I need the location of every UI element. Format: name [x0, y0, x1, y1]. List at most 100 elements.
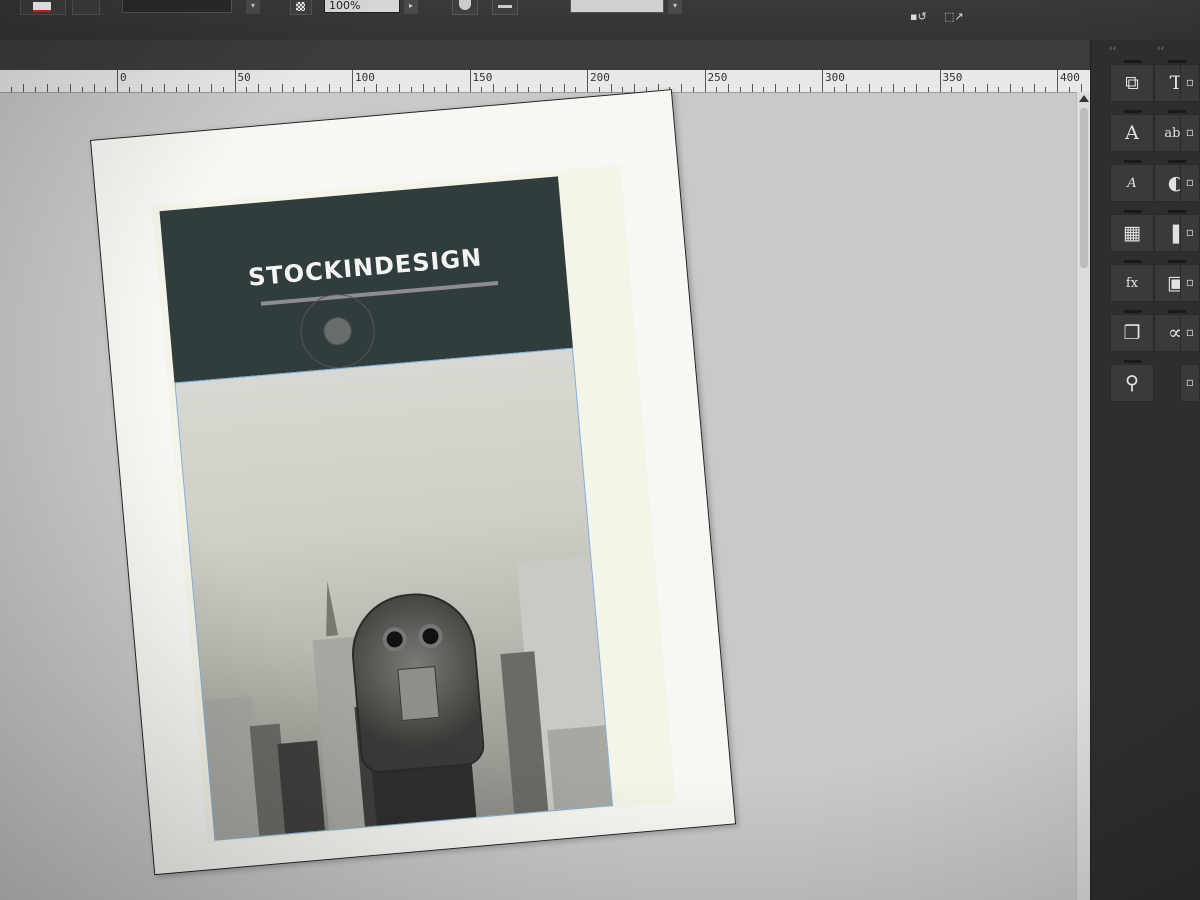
ruler-tick: [892, 84, 894, 92]
ruler-tick: [939, 70, 941, 92]
ruler-tick: [410, 87, 412, 92]
ruler-tick: [316, 87, 318, 92]
ruler-tick: [798, 84, 800, 92]
ruler-tick: [563, 84, 565, 92]
collapsed-panel-icon[interactable]: ▫: [1180, 314, 1200, 352]
viewer-plate: [397, 665, 440, 722]
collapsed-panel-icon[interactable]: ▫: [1180, 264, 1200, 302]
effects-icon[interactable]: fx: [1110, 260, 1154, 302]
links-icon[interactable]: ⚲: [1110, 360, 1154, 402]
collapsed-panel-icon[interactable]: ▫: [1180, 114, 1200, 152]
ruler-tick: [1068, 87, 1070, 92]
control-bar: ▾ 100% ▸ ▾ ▪↺ ⬚↗: [0, 0, 1200, 40]
align-icon[interactable]: [492, 0, 518, 15]
viewer-eye: [417, 623, 444, 650]
ruler-tick: [551, 87, 553, 92]
ruler-tick: [622, 87, 624, 92]
ruler-tick: [880, 87, 882, 92]
ruler-tick: [363, 87, 365, 92]
chevron-down-icon[interactable]: ▾: [668, 0, 682, 14]
ruler-label: 350: [942, 71, 963, 84]
zoom-arrow-icon[interactable]: ▸: [404, 0, 418, 14]
stroke-weight-field[interactable]: [570, 0, 664, 13]
collapsed-panel-icon[interactable]: ▫: [1180, 164, 1200, 202]
ruler-tick: [1045, 87, 1047, 92]
character-styles-icon[interactable]: A: [1110, 110, 1154, 152]
ruler-label: 300: [825, 71, 845, 84]
character-styles-icon-glyph: A: [1125, 122, 1139, 144]
ruler-tick: [446, 84, 447, 92]
table-icon-glyph: ▦: [1123, 222, 1141, 244]
ruler-tick: [739, 87, 741, 92]
table-icon[interactable]: ▦: [1110, 210, 1154, 252]
ruler-tick: [93, 84, 95, 92]
ruler-tick: [598, 87, 600, 92]
ruler-tick: [857, 87, 859, 92]
ruler-tick: [293, 87, 295, 92]
frame-fitting-icon[interactable]: ⬚↗: [944, 10, 964, 23]
horizontal-ruler: 0 50 100 150 200 250 300 350 400: [0, 70, 1090, 93]
collapsed-panel-icon[interactable]: ▫: [1180, 64, 1200, 102]
no-fill-swatch-icon[interactable]: [20, 0, 66, 15]
pages-icon[interactable]: ❐: [1110, 310, 1154, 352]
ruler-tick: [269, 87, 271, 92]
document-page[interactable]: STOCKINDESIGN: [90, 89, 737, 876]
chevron-down-icon[interactable]: ▾: [246, 0, 260, 14]
ruler-tick: [340, 87, 342, 92]
ruler-tick: [11, 87, 13, 92]
effects-icon[interactable]: [452, 0, 478, 15]
ruler-tick: [23, 84, 24, 92]
ruler-tick: [716, 87, 718, 92]
collapsed-panel-icon[interactable]: ▫: [1180, 214, 1200, 252]
ruler-tick: [481, 87, 483, 92]
frame-icon[interactable]: ⧉: [1110, 60, 1154, 102]
glyph-icon-glyph: 𝐴: [1127, 175, 1137, 191]
glyph-icon[interactable]: 𝐴: [1110, 160, 1154, 202]
ruler-tick: [540, 84, 541, 92]
vertical-scrollbar[interactable]: [1076, 92, 1091, 900]
ruler-tick: [587, 70, 588, 92]
ruler-tick: [610, 84, 612, 92]
brand-title[interactable]: STOCKINDESIGN: [165, 236, 566, 299]
ruler-tick: [986, 84, 988, 92]
effects-icon-glyph: fx: [1125, 275, 1139, 291]
transparency-icon[interactable]: [290, 0, 312, 15]
ruler-tick: [434, 87, 436, 92]
ruler-tick: [1033, 84, 1035, 92]
ruler-tick: [70, 84, 71, 92]
zoom-field[interactable]: 100%: [324, 0, 400, 13]
wrap-icon[interactable]: ▪↺: [910, 10, 927, 23]
ruler-tick: [281, 84, 283, 92]
pages-icon-glyph: ❐: [1123, 322, 1141, 344]
ruler-label: 200: [590, 71, 610, 84]
ruler-tick: [681, 84, 682, 92]
collapse-icon[interactable]: ‹‹: [1109, 44, 1116, 54]
spire-shape: [321, 580, 339, 637]
ruler-tick: [352, 70, 353, 92]
image-frame[interactable]: [174, 347, 614, 841]
ruler-tick: [328, 84, 330, 92]
collapse-icon[interactable]: ‹‹: [1157, 44, 1164, 54]
links-icon-glyph: ⚲: [1125, 372, 1139, 394]
collapsed-panel-icon[interactable]: ▫: [1180, 364, 1200, 402]
scroll-up-icon[interactable]: [1079, 95, 1089, 102]
ruler-tick: [199, 87, 201, 92]
ruler-tick: [516, 84, 518, 92]
scrollbar-thumb[interactable]: [1080, 108, 1088, 268]
ruler-tick: [504, 87, 506, 92]
stroke-swatch-icon[interactable]: [72, 0, 100, 15]
ruler-tick: [916, 84, 917, 92]
ruler-tick: [904, 87, 906, 92]
ruler-tick: [175, 87, 177, 92]
ruler-tick: [963, 84, 964, 92]
ruler-tick: [1057, 70, 1058, 92]
ruler-tick: [422, 84, 424, 92]
ruler-tick: [775, 84, 776, 92]
fill-swatch[interactable]: [122, 0, 232, 13]
ruler-tick: [305, 84, 306, 92]
ruler-tick: [187, 84, 189, 92]
ruler-label: 50: [237, 71, 251, 84]
ruler-tick: [375, 84, 377, 92]
ruler-tick: [528, 87, 530, 92]
document-tab-strip: [0, 40, 1090, 70]
